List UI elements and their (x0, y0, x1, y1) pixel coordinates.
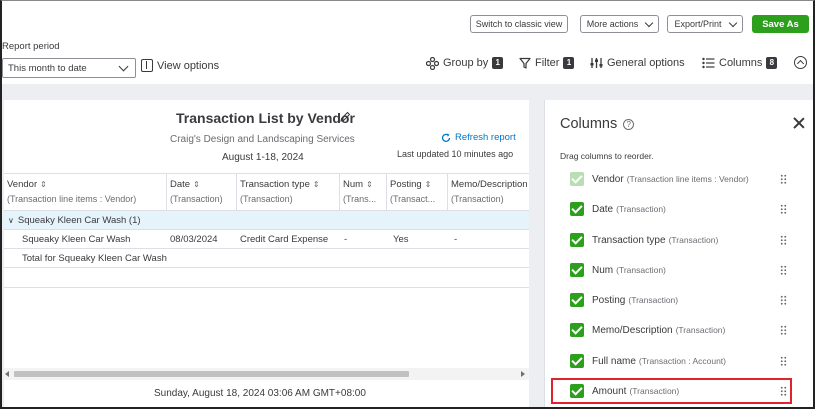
group-by-icon (426, 56, 439, 70)
group-row[interactable]: ∨ Squeaky Kleen Car Wash (1) (4, 211, 529, 230)
scrollbar-thumb[interactable] (14, 371, 409, 377)
cell-num: - (344, 234, 348, 245)
chevron-down-icon (728, 18, 737, 27)
cell-type: Credit Card Expense (240, 234, 329, 245)
column-option-amount[interactable]: Amount (Transaction) (551, 378, 792, 404)
switch-classic-view-button[interactable]: Switch to classic view (470, 15, 568, 33)
checkbox[interactable] (570, 354, 584, 368)
report-card: Transaction List by Vendor Craig's Desig… (4, 100, 529, 409)
columns-button[interactable]: Columns 8 (702, 55, 778, 71)
drag-handle-icon[interactable] (780, 325, 787, 335)
report-title: Transaction List by Vendor (176, 110, 355, 126)
cell-date: 08/03/2024 (170, 234, 218, 245)
cell-memo: - (454, 234, 458, 245)
export-print-button[interactable]: Export/Print (667, 15, 743, 33)
columns-panel: Columns? Drag columns to reorder. Vendor… (544, 100, 815, 409)
column-option-transaction-type[interactable]: Transaction type (Transaction) (551, 227, 792, 253)
checkbox[interactable] (570, 323, 584, 337)
last-updated-text: Last updated 10 minutes ago (397, 149, 514, 159)
column-option-date[interactable]: Date (Transaction) (551, 196, 792, 222)
table-row[interactable]: Squeaky Kleen Car Wash 08/03/2024 Credit… (4, 230, 529, 249)
column-header-transaction-type[interactable]: Transaction type ⇕ (Transaction) (237, 174, 340, 212)
column-header-date[interactable]: Date ⇕ (Transaction) (167, 174, 237, 212)
sort-icon: ⇕ (424, 180, 432, 189)
sort-icon: ⇕ (312, 180, 320, 189)
column-option-posting[interactable]: Posting (Transaction) (551, 287, 792, 313)
drag-handle-icon[interactable] (780, 356, 787, 366)
drag-handle-icon[interactable] (780, 204, 787, 214)
column-option-vendor[interactable]: Vendor (Transaction line items : Vendor) (551, 166, 792, 192)
scroll-right-icon[interactable] (521, 371, 525, 377)
column-header-memo[interactable]: Memo/Description (Transaction) (448, 174, 529, 212)
column-option-num[interactable]: Num (Transaction) (551, 257, 792, 283)
drag-instruction: Drag columns to reorder. (560, 151, 654, 161)
column-header-num[interactable]: Num ⇕ (Trans... (340, 174, 387, 212)
sort-icon: ⇕ (193, 180, 200, 189)
general-options-button[interactable]: General options (590, 55, 685, 71)
help-icon[interactable]: ? (623, 118, 635, 130)
group-by-count-badge: 1 (492, 57, 504, 69)
refresh-icon (441, 133, 451, 142)
horizontal-scrollbar[interactable] (4, 368, 529, 380)
column-option-memo[interactable]: Memo/Description (Transaction) (551, 317, 792, 343)
refresh-report-link[interactable]: Refresh report (441, 132, 516, 143)
checkbox-disabled (570, 172, 584, 186)
sort-icon: ⇕ (366, 180, 373, 189)
checkbox[interactable] (570, 384, 584, 398)
columns-list-icon (702, 57, 715, 69)
save-as-button[interactable]: Save As (752, 15, 809, 33)
report-period-label: Report period (2, 41, 60, 52)
cell-posting: Yes (393, 234, 409, 245)
checkbox[interactable] (570, 202, 584, 216)
total-row: Total for Squeaky Kleen Car Wash (4, 249, 529, 268)
drag-handle-icon[interactable] (780, 265, 787, 275)
report-period-select[interactable]: This month to date (2, 58, 136, 78)
column-header-vendor[interactable]: Vendor ⇕ (Transaction line items : Vendor… (4, 174, 167, 212)
scroll-left-icon[interactable] (5, 371, 9, 377)
table-header: Vendor ⇕ (Transaction line items : Vendor… (4, 173, 529, 212)
sliders-icon (590, 58, 603, 68)
sort-icon: ⇕ (40, 180, 47, 189)
panel-title: Columns? (560, 116, 635, 132)
collapse-toolbar-icon[interactable] (794, 56, 807, 69)
close-icon[interactable] (792, 116, 806, 130)
filter-button[interactable]: Filter 1 (519, 55, 575, 71)
divider (4, 287, 529, 288)
report-date-range: August 1-18, 2024 (222, 152, 304, 163)
column-option-full-name[interactable]: Full name (Transaction : Account) (551, 348, 792, 374)
company-name: Craig's Design and Landscaping Services (170, 134, 355, 145)
checkbox[interactable] (570, 263, 584, 277)
more-actions-button[interactable]: More actions (580, 15, 659, 33)
drag-handle-icon[interactable] (780, 235, 787, 245)
checkbox[interactable] (570, 233, 584, 247)
columns-count-badge: 8 (766, 57, 778, 69)
filter-icon (519, 57, 531, 69)
drag-handle-icon[interactable] (780, 386, 787, 396)
filter-count-badge: 1 (563, 57, 575, 69)
pencil-edit-icon[interactable] (340, 111, 351, 122)
report-footer-timestamp: Sunday, August 18, 2024 03:06 AM GMT+08:… (154, 388, 366, 399)
drag-handle-icon[interactable] (780, 295, 787, 305)
view-options-button[interactable]: View options (141, 59, 219, 72)
chevron-down-icon (645, 18, 654, 27)
column-header-posting[interactable]: Posting ⇕ (Transact... (387, 174, 448, 212)
chevron-down-icon: ∨ (8, 216, 14, 225)
drag-handle-icon[interactable] (780, 174, 787, 184)
group-by-button[interactable]: Group by 1 (426, 55, 504, 71)
view-options-icon (141, 59, 153, 72)
checkbox[interactable] (570, 293, 584, 307)
chevron-down-icon (118, 61, 129, 72)
cell-vendor: Squeaky Kleen Car Wash (22, 234, 131, 245)
